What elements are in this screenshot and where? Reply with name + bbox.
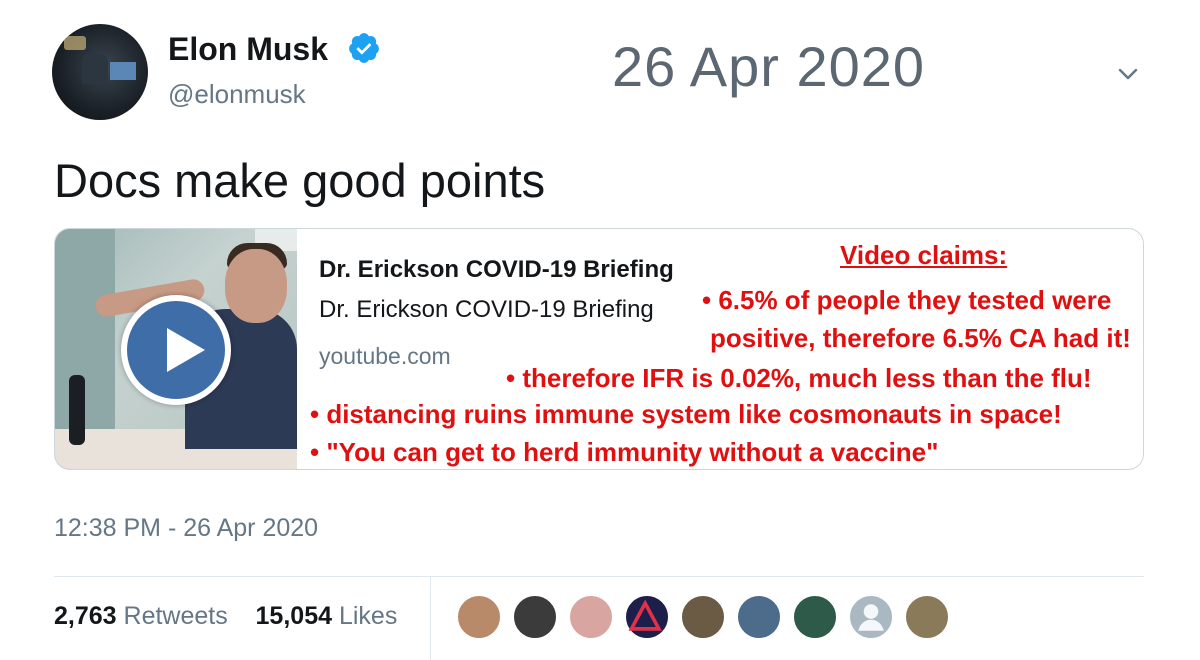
retweets-count: 2,763 [54,602,117,630]
retweets-label: Retweets [123,602,228,630]
annotation-line: • distancing ruins immune system like co… [310,399,1062,429]
divider [430,576,431,660]
video-thumbnail[interactable] [55,229,297,469]
likes-label: Likes [338,602,398,630]
author-handle[interactable]: @elonmusk [168,78,306,110]
author-avatar[interactable] [52,24,148,120]
default-avatar-icon[interactable] [848,594,894,640]
likes-count: 15,054 [255,602,332,630]
liker-avatar[interactable] [792,594,838,640]
tweet-timestamp[interactable]: 12:38 PM - 26 Apr 2020 [54,512,318,544]
annotation-line: • therefore IFR is 0.02%, much less than… [506,363,1092,393]
annotation-line: • "You can get to herd immunity without … [310,437,939,467]
annotation-line: positive, therefore 6.5% CA had it! [710,323,1131,353]
author-name[interactable]: Elon Musk [168,30,328,68]
avatar-detail [64,36,86,50]
liker-avatar[interactable] [680,594,726,640]
play-icon[interactable] [121,295,231,405]
avatar-detail [82,54,108,84]
avatar-detail [110,62,136,80]
liker-avatar[interactable] [568,594,614,640]
card-title[interactable]: Dr. Erickson COVID-19 Briefing [319,255,674,285]
triangle-logo-icon [628,599,662,631]
liker-avatar[interactable] [512,594,558,640]
person-icon [858,604,884,631]
chevron-down-icon[interactable] [1112,58,1144,90]
thumbnail-detail [225,249,287,323]
retweets-link[interactable]: 2,763 Retweets [54,602,228,630]
thumbnail-detail [69,375,85,445]
liker-avatar[interactable] [904,594,950,640]
annotation-title: Video claims: [840,240,1008,270]
card-domain: youtube.com [319,343,451,369]
card-description: Dr. Erickson COVID-19 Briefing [319,296,654,323]
engagement-stats: 2,763 Retweets 15,054 Likes [54,600,397,632]
annotation-line: • 6.5% of people they tested were [702,285,1112,315]
verified-badge-icon [349,33,379,63]
tweet-text: Docs make good points [54,154,546,207]
overlay-date: 26 Apr 2020 [612,35,926,98]
liker-avatar[interactable] [456,594,502,640]
liker-avatar[interactable] [736,594,782,640]
likes-link[interactable]: 15,054 Likes [256,602,398,630]
divider [54,576,1144,577]
liker-avatar[interactable] [624,594,670,640]
